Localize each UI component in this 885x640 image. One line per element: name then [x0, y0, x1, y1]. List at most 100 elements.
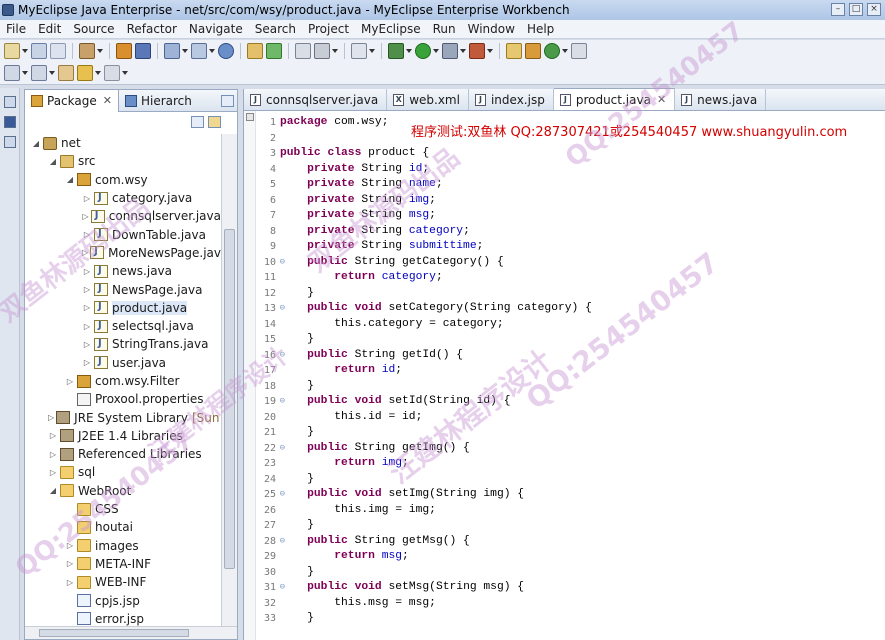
collapse-all-icon[interactable]: [191, 116, 204, 128]
code-line[interactable]: }: [280, 518, 592, 534]
tree-item[interactable]: ▷ selectsql.java: [25, 317, 221, 335]
expand-closed-icon[interactable]: ▷: [48, 468, 58, 477]
wizard-icon[interactable]: [191, 43, 207, 59]
expand-closed-icon[interactable]: ▷: [65, 377, 75, 386]
deploy-icon[interactable]: [164, 43, 180, 59]
code-line[interactable]: return id;: [280, 363, 592, 379]
code-line[interactable]: private String category;: [280, 224, 592, 240]
forward-arrow-icon[interactable]: [104, 65, 120, 81]
link-with-editor-icon[interactable]: [208, 116, 221, 128]
tree-item[interactable]: ▷ StringTrans.java: [25, 335, 221, 353]
expand-closed-icon[interactable]: ▷: [48, 450, 58, 459]
open-type-icon[interactable]: [571, 43, 587, 59]
code-line[interactable]: }: [280, 379, 592, 395]
tab-package-explorer[interactable]: Package ✕: [25, 89, 119, 112]
menu-edit[interactable]: Edit: [32, 22, 67, 36]
editor-tab-product-java[interactable]: Jproduct.java ✕: [553, 88, 676, 110]
chevron-down-icon[interactable]: [95, 71, 101, 75]
code-line[interactable]: public void setMsg(String msg) {: [280, 580, 592, 596]
code-line[interactable]: public class product {: [280, 146, 592, 162]
expand-closed-icon[interactable]: ▷: [82, 303, 92, 312]
tree-item[interactable]: ▷ NewsPage.java: [25, 280, 221, 298]
tree-item[interactable]: ◢ net: [25, 134, 221, 152]
tree-item[interactable]: ▷ news.java: [25, 262, 221, 280]
open-folder-icon[interactable]: [247, 43, 263, 59]
chevron-down-icon[interactable]: [487, 49, 493, 53]
close-icon[interactable]: ✕: [103, 94, 112, 107]
tree-item[interactable]: ▷ images: [25, 537, 221, 555]
new-package-icon[interactable]: [506, 43, 522, 59]
maximize-button[interactable]: □: [849, 3, 863, 16]
server-icon[interactable]: [135, 43, 151, 59]
tree-item[interactable]: ▷ J2EE 1.4 Libraries: [25, 427, 221, 445]
tree-item[interactable]: ▷ sql: [25, 463, 221, 481]
expand-closed-icon[interactable]: ▷: [82, 322, 92, 331]
tree-item[interactable]: houtai: [25, 518, 221, 536]
external-tools-icon[interactable]: [469, 43, 485, 59]
minimize-button[interactable]: –: [831, 3, 845, 16]
scrollbar-thumb[interactable]: [224, 229, 235, 569]
code-line[interactable]: private String id;: [280, 162, 592, 178]
menu-myeclipse[interactable]: MyEclipse: [355, 22, 427, 36]
package-icon[interactable]: [116, 43, 132, 59]
back-arrow-icon[interactable]: [77, 65, 93, 81]
menu-file[interactable]: File: [0, 22, 32, 36]
expand-open-icon[interactable]: ◢: [48, 157, 58, 166]
code-area[interactable]: 1 2 3 4 5 6 7 8 9 10 ⊖ 11 12 13 ⊖ 14 15 16 ⊖ 17 18 19 ⊖ 20 21 22 ⊖…: [244, 111, 885, 640]
tree-item[interactable]: Proxool.properties: [25, 390, 221, 408]
expand-closed-icon[interactable]: ▷: [82, 267, 92, 276]
previous-annotation-icon[interactable]: [31, 65, 47, 81]
tree-item[interactable]: ▷ Referenced Libraries: [25, 445, 221, 463]
menu-navigate[interactable]: Navigate: [183, 22, 249, 36]
expand-closed-icon[interactable]: ▷: [65, 559, 75, 568]
code-line[interactable]: this.img = img;: [280, 503, 592, 519]
menu-source[interactable]: Source: [67, 22, 120, 36]
chevron-down-icon[interactable]: [433, 49, 439, 53]
new-icon[interactable]: [4, 43, 20, 59]
minimize-view-icon[interactable]: [221, 94, 234, 107]
code-line[interactable]: this.id = id;: [280, 410, 592, 426]
editor-tab-connsqlserver-java[interactable]: Jconnsqlserver.java: [244, 89, 388, 110]
chevron-down-icon[interactable]: [562, 49, 568, 53]
globe-icon[interactable]: [218, 43, 234, 59]
chevron-down-icon[interactable]: [460, 49, 466, 53]
code-line[interactable]: private String submittime;: [280, 239, 592, 255]
expand-closed-icon[interactable]: ▷: [65, 541, 75, 550]
code-line[interactable]: return category;: [280, 270, 592, 286]
code-line[interactable]: this.msg = msg;: [280, 596, 592, 612]
monitor-icon[interactable]: [351, 43, 367, 59]
chevron-down-icon[interactable]: [97, 49, 103, 53]
code-line[interactable]: return img;: [280, 456, 592, 472]
code-line[interactable]: private String msg;: [280, 208, 592, 224]
code-line[interactable]: public String getImg() {: [280, 441, 592, 457]
code-line[interactable]: }: [280, 565, 592, 581]
tree-item[interactable]: ▷ MoreNewsPage.java: [25, 244, 221, 262]
code-line[interactable]: public void setImg(String img) {: [280, 487, 592, 503]
tree-item[interactable]: ◢ WebRoot: [25, 482, 221, 500]
tree-item[interactable]: ▷ user.java: [25, 354, 221, 372]
expand-closed-icon[interactable]: ▷: [82, 248, 88, 257]
debug-icon[interactable]: [388, 43, 404, 59]
new-class-icon[interactable]: [525, 43, 541, 59]
outline-view-icon[interactable]: [4, 116, 16, 128]
tree-item[interactable]: ▷ connsqlserver.java: [25, 207, 221, 225]
clipboard-icon[interactable]: [295, 43, 311, 59]
tree-item[interactable]: ▷ com.wsy.Filter: [25, 372, 221, 390]
expand-closed-icon[interactable]: ▷: [82, 230, 92, 239]
tree-item[interactable]: cpjs.jsp: [25, 591, 221, 609]
expand-closed-icon[interactable]: ▷: [82, 212, 89, 221]
run-external-icon[interactable]: [442, 43, 458, 59]
tree-item[interactable]: ▷ WEB-INF: [25, 573, 221, 591]
tab-hierarchy[interactable]: Hierarch: [119, 90, 198, 112]
expand-open-icon[interactable]: ◢: [65, 175, 75, 184]
menu-project[interactable]: Project: [302, 22, 355, 36]
expand-closed-icon[interactable]: ▷: [48, 431, 58, 440]
code-line[interactable]: private String img;: [280, 193, 592, 209]
source-code[interactable]: package com.wsy; public class product { p…: [280, 115, 592, 627]
tree-item[interactable]: ▷ category.java: [25, 189, 221, 207]
code-line[interactable]: private String name;: [280, 177, 592, 193]
tree-item[interactable]: ◢ com.wsy: [25, 171, 221, 189]
next-annotation-icon[interactable]: [4, 65, 20, 81]
tree-horizontal-scrollbar[interactable]: [25, 626, 237, 639]
code-line[interactable]: public String getCategory() {: [280, 255, 592, 271]
